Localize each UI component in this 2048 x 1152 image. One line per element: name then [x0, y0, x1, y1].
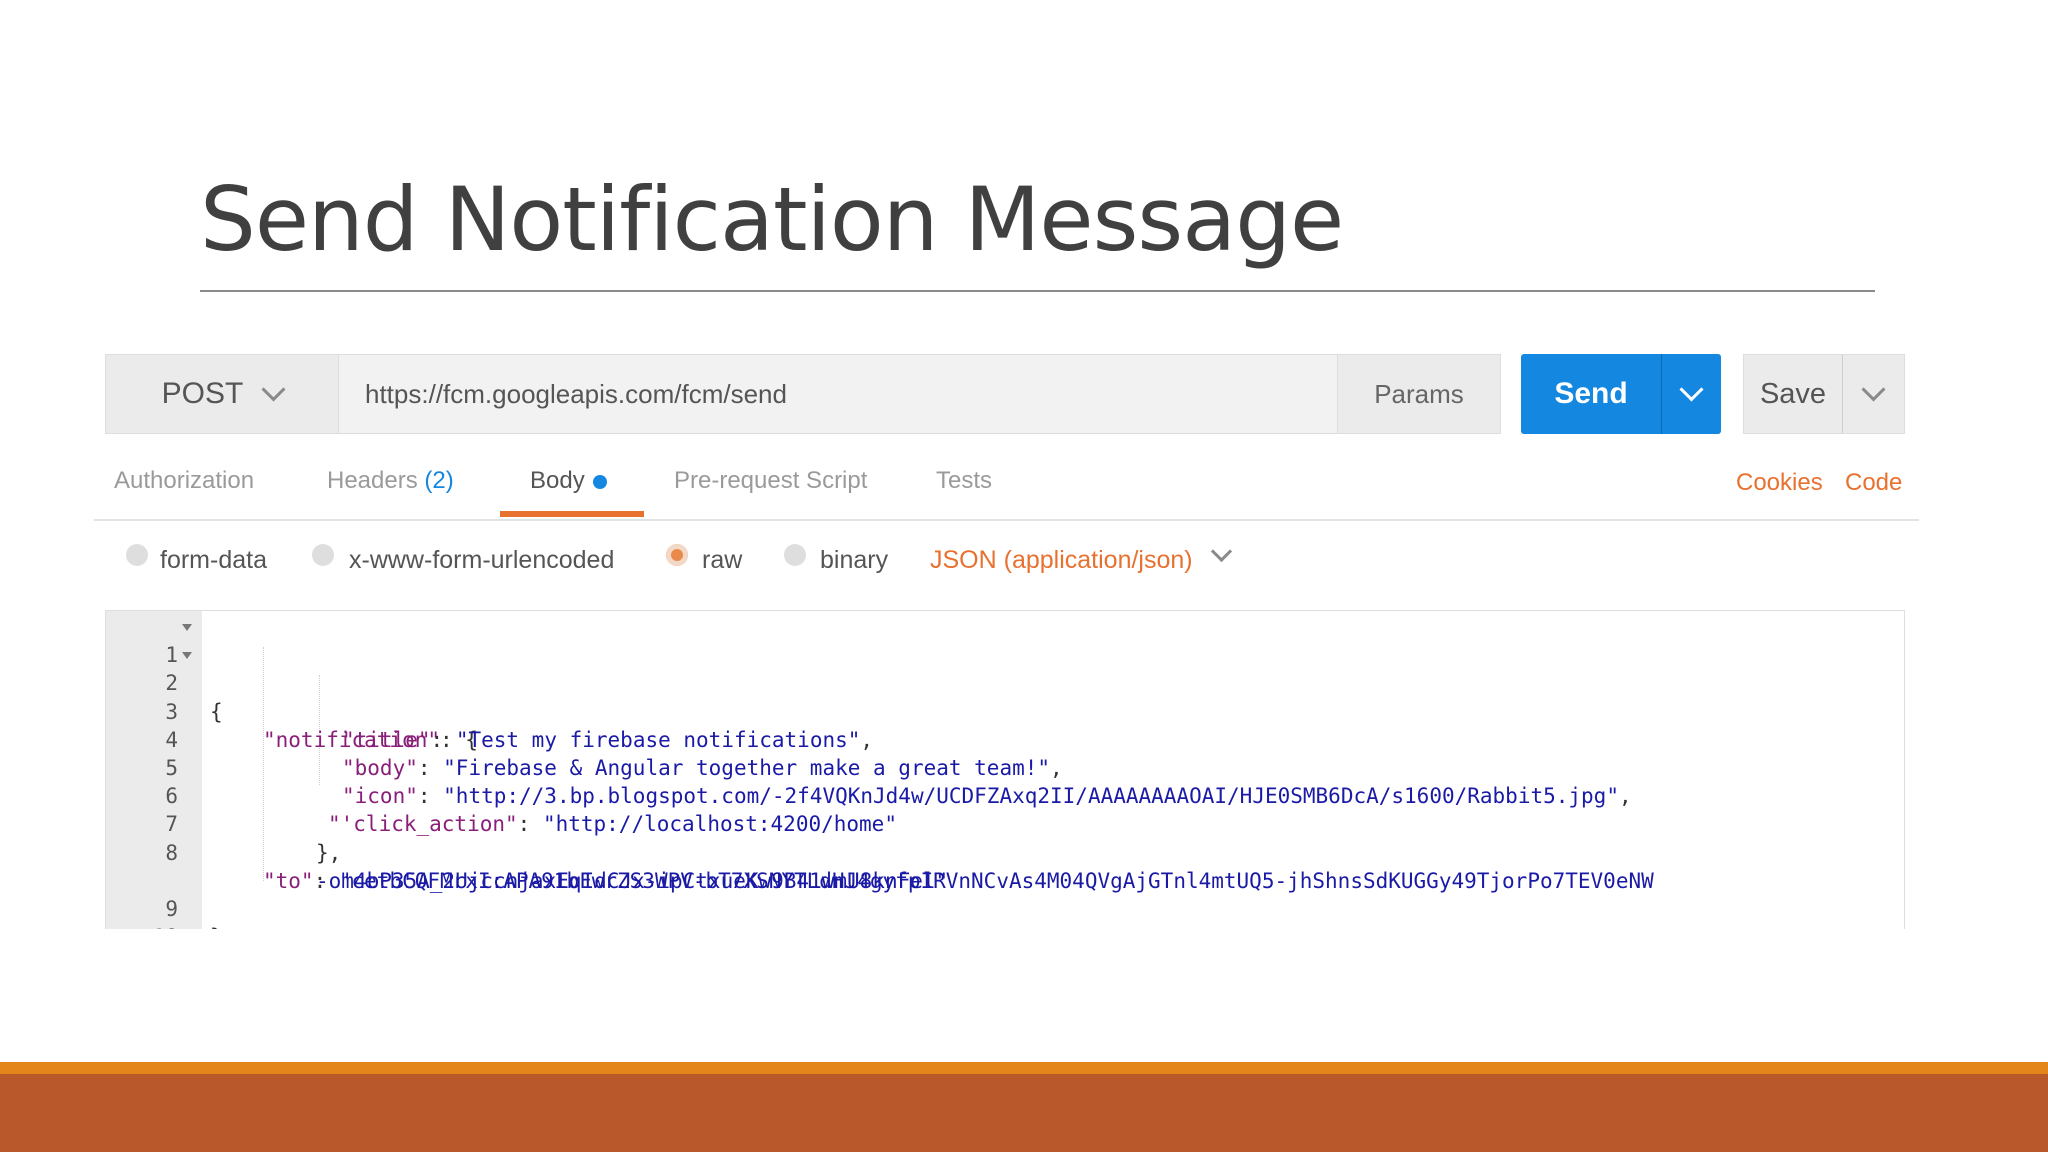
tab-authorization[interactable]: Authorization [114, 467, 254, 495]
method-dropdown[interactable]: POST [105, 354, 339, 434]
code-line: 4 "body": "Firebase & Angular together m… [106, 698, 1904, 780]
active-tab-indicator [500, 511, 644, 517]
radio-form-data[interactable] [126, 544, 148, 566]
chevron-down-icon [1679, 376, 1704, 402]
send-options-button[interactable] [1662, 376, 1721, 402]
tab-body-label: Body [530, 467, 585, 494]
code-line: 8 "to": "cetbCQFMrxI:APA91bFwrZS3WPV-bT7… [106, 810, 1904, 893]
raw-label: raw [702, 546, 743, 574]
fold-toggle-icon[interactable] [182, 652, 192, 660]
method-label: POST [161, 377, 244, 410]
code-editor[interactable]: 1 { 2 "notification": { 3 "title": "Test… [105, 610, 1905, 929]
radio-urlencoded[interactable] [312, 544, 334, 566]
urlencoded-label: x-www-form-urlencoded [349, 546, 615, 574]
code-line: 10 [106, 895, 1904, 929]
line-number: 10 [106, 923, 178, 929]
code-link[interactable]: Code [1845, 469, 1902, 497]
title-divider [200, 290, 1875, 292]
request-bar: POST https://fcm.googleapis.com/fcm/send… [105, 354, 1905, 434]
save-button-group: Save [1743, 354, 1905, 434]
footer-band [0, 1062, 2048, 1152]
content-type-chevron[interactable] [1210, 540, 1233, 564]
code-line: 9 } [106, 867, 1904, 929]
code-line: 1 { [106, 613, 1904, 724]
params-button[interactable]: Params [1337, 354, 1501, 434]
code-text: } [210, 923, 223, 929]
code-lines: 1 { 2 "notification": { 3 "title": "Test… [106, 613, 1904, 929]
fold-toggle-icon[interactable] [182, 624, 192, 631]
code-line: 2 "notification": { [106, 641, 1904, 752]
send-button[interactable]: Send [1521, 377, 1661, 411]
radio-binary[interactable] [784, 544, 806, 566]
tab-headers[interactable]: Headers (2) [327, 467, 454, 495]
request-tabs: Authorization Headers (2) Body Pre-reque… [94, 455, 1919, 521]
code-line-wrap: -om4bP35A_2UjccnjaxEqIdCJx-ipCtxueKw9B41… [106, 839, 1904, 893]
headers-count-badge: (2) [424, 467, 454, 494]
modified-dot-icon [592, 474, 607, 489]
cookies-link[interactable]: Cookies [1736, 469, 1823, 497]
chevron-down-icon [1861, 376, 1886, 402]
tab-body[interactable]: Body [530, 467, 607, 495]
code-line: 6 "'click_action": "http://localhost:420… [106, 754, 1904, 836]
radio-raw[interactable] [666, 544, 688, 566]
save-button[interactable]: Save [1744, 378, 1842, 411]
chevron-down-icon [1210, 540, 1233, 563]
body-type-options: form-data x-www-form-urlencoded raw bina… [122, 540, 1822, 582]
code-line: 7 }, [106, 782, 1904, 864]
chevron-down-icon [261, 376, 286, 402]
code-line: 5 "icon": "http://3.bp.blogspot.com/-2f4… [106, 726, 1904, 808]
save-options-button[interactable] [1843, 376, 1904, 402]
content-type-dropdown[interactable]: JSON (application/json) [930, 546, 1193, 575]
tab-headers-label: Headers [327, 467, 418, 494]
url-input[interactable]: https://fcm.googleapis.com/fcm/send [339, 354, 1443, 434]
footer-accent-stripe [0, 1062, 2048, 1074]
binary-label: binary [820, 546, 889, 574]
send-button-group: Send [1521, 354, 1721, 434]
form-data-label: form-data [160, 546, 267, 574]
slide-title: Send Notification Message [200, 168, 1344, 271]
tab-tests[interactable]: Tests [936, 467, 992, 495]
tab-prerequest-script[interactable]: Pre-request Script [674, 467, 867, 495]
code-line: 3 "title": "Test my firebase notificatio… [106, 669, 1904, 752]
url-value: https://fcm.googleapis.com/fcm/send [365, 378, 787, 409]
